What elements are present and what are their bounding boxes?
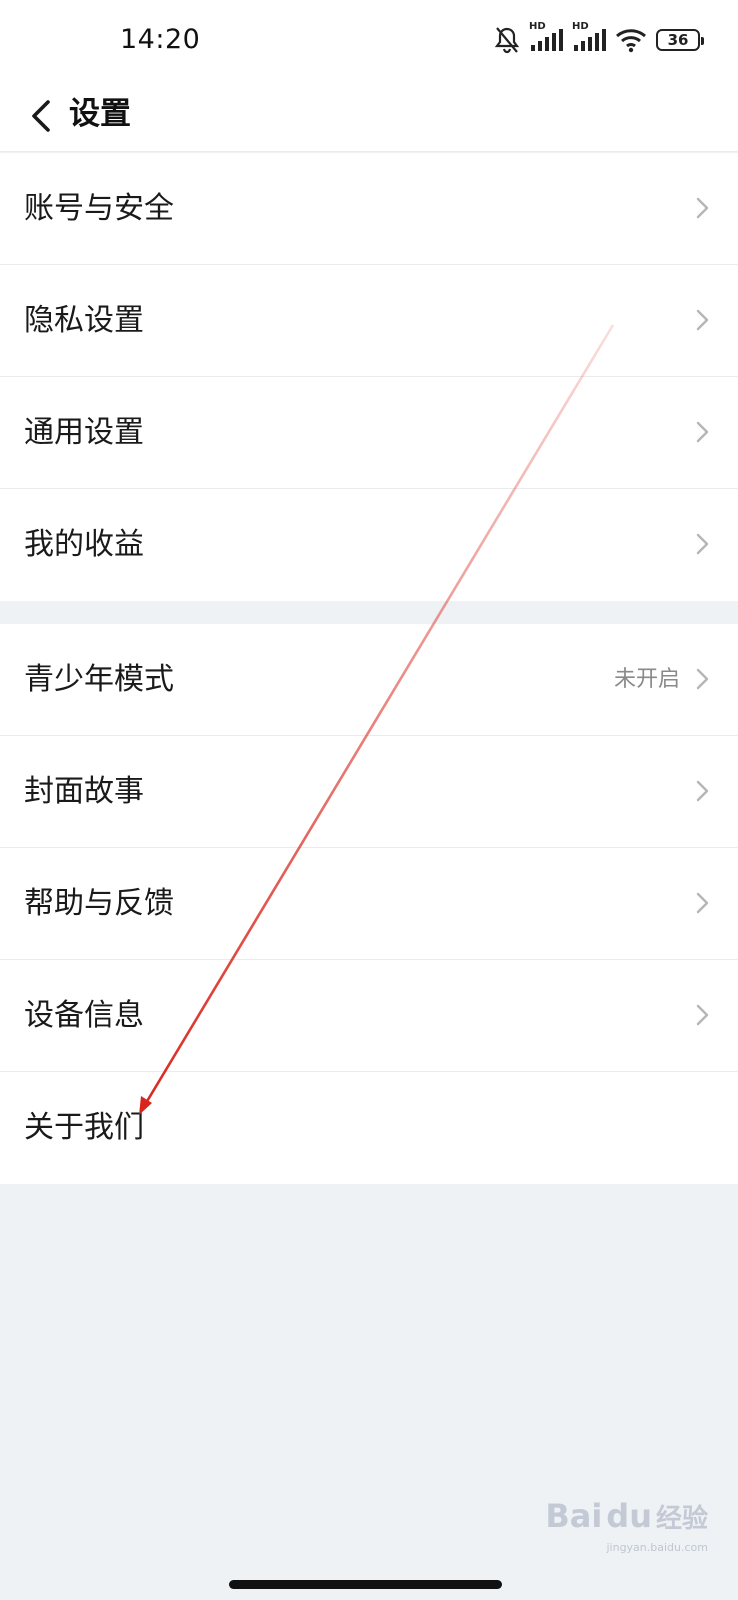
- settings-item-label: 通用设置: [24, 415, 144, 450]
- settings-group-account: 账号与安全 隐私设置 通用设置 我的收益: [0, 153, 738, 601]
- settings-item-label: 关于我们: [24, 1110, 144, 1145]
- watermark-brand: Bai: [545, 1497, 603, 1535]
- signal-hd-icon: HD: [572, 21, 606, 53]
- settings-item-label: 封面故事: [24, 774, 144, 809]
- chevron-right-icon: [694, 417, 712, 447]
- chevron-right-icon: [694, 776, 712, 806]
- settings-item-general[interactable]: 通用设置: [0, 377, 738, 489]
- status-bar: 14:20 HD HD 36: [0, 0, 738, 80]
- chevron-right-icon: [694, 664, 712, 694]
- teen-mode-status: 未开启: [613, 667, 680, 692]
- settings-group-other: 青少年模式 未开启 封面故事 帮助与反馈 设备信息 关于我们: [0, 624, 738, 1184]
- settings-screen: 14:20 HD HD 36 设置 账号与安全 隐私设置 通用设置 我的收益 青…: [0, 0, 738, 1600]
- settings-item-cover-story[interactable]: 封面故事: [0, 736, 738, 848]
- chevron-right-icon: [694, 193, 712, 223]
- settings-item-label: 账号与安全: [24, 191, 174, 226]
- settings-item-label: 隐私设置: [24, 303, 144, 338]
- status-time: 14:20: [120, 24, 201, 55]
- hd-label: HD: [529, 21, 546, 32]
- page-title: 设置: [69, 96, 131, 132]
- settings-item-help-feedback[interactable]: 帮助与反馈: [0, 848, 738, 960]
- settings-item-label: 设备信息: [24, 998, 144, 1033]
- chevron-right-icon: [694, 305, 712, 335]
- settings-item-label: 我的收益: [24, 527, 144, 562]
- chevron-right-icon: [694, 1000, 712, 1030]
- battery-level: 36: [667, 31, 689, 49]
- signal-hd-icon: HD: [529, 21, 563, 53]
- header-bar: 设置: [0, 80, 738, 152]
- settings-item-account-security[interactable]: 账号与安全: [0, 153, 738, 265]
- wifi-icon: [615, 27, 647, 53]
- battery-icon: 36: [656, 29, 704, 51]
- hd-label: HD: [572, 21, 589, 32]
- settings-item-privacy[interactable]: 隐私设置: [0, 265, 738, 377]
- watermark-sub: 经验: [655, 1504, 708, 1534]
- settings-item-device-info[interactable]: 设备信息: [0, 960, 738, 1072]
- chevron-right-icon: [694, 529, 712, 559]
- chevron-left-icon[interactable]: [24, 92, 64, 140]
- settings-item-about-us[interactable]: 关于我们: [0, 1072, 738, 1184]
- baidu-watermark: Bai du 经验 jingyan.baidu.com: [545, 1497, 708, 1554]
- watermark-brand-suffix: du: [606, 1497, 652, 1535]
- chevron-right-icon: [694, 888, 712, 918]
- settings-item-label: 青少年模式: [24, 662, 174, 697]
- watermark-url: jingyan.baidu.com: [606, 1541, 708, 1554]
- home-indicator[interactable]: [229, 1580, 502, 1589]
- status-icons: HD HD 36: [494, 21, 704, 56]
- settings-item-label: 帮助与反馈: [24, 886, 174, 921]
- settings-item-teen-mode[interactable]: 青少年模式 未开启: [0, 624, 738, 736]
- bell-muted-icon: [494, 26, 520, 54]
- settings-item-earnings[interactable]: 我的收益: [0, 489, 738, 601]
